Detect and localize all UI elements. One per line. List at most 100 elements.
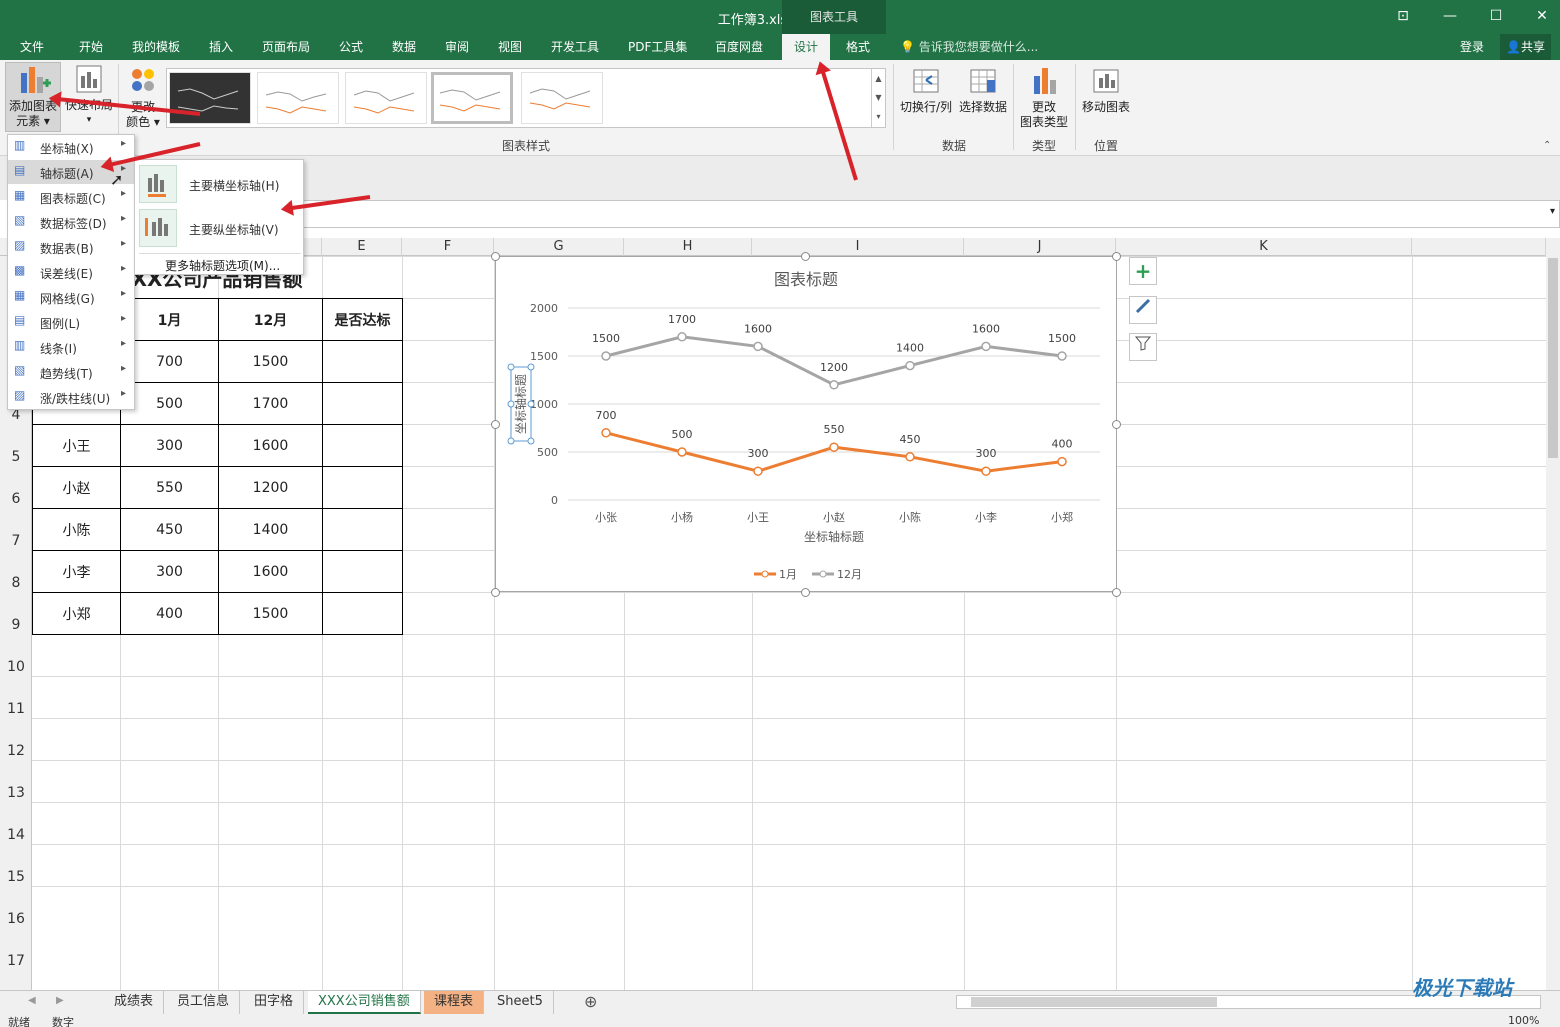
sheet-tab-3[interactable]: XXX公司销售额 (308, 991, 421, 1014)
hscroll-thumb[interactable] (971, 997, 1217, 1007)
tab-7[interactable]: 审阅 (445, 38, 469, 55)
menu-item-4[interactable]: ▨ 数据表(B) ▸ (8, 235, 134, 259)
x-axis-title[interactable]: 坐标轴标题 (804, 529, 864, 544)
chart-resize-handle[interactable] (1112, 420, 1121, 429)
chart-area[interactable]: 图表标题 0 500 1000 1500 2000 小张 小杨 小王 小赵 小陈 小李 小郑 坐标轴标题坐… (495, 256, 1117, 592)
row-header[interactable]: 11 (0, 701, 32, 717)
tab-0[interactable]: 文件 (20, 38, 44, 55)
menu-item-0[interactable]: ▥ 坐标轴(X) ▸ (8, 135, 134, 159)
row-header[interactable]: 9 (0, 617, 32, 633)
sheet-tab-0[interactable]: 成绩表 (104, 991, 165, 1014)
menu-item-8[interactable]: ▥ 线条(I) ▸ (8, 335, 134, 359)
primary-horizontal-axis-title-item[interactable]: 主要横坐标轴(H) (137, 163, 303, 205)
data-point[interactable] (981, 466, 991, 476)
menu-item-6[interactable]: ▦ 网格线(G) ▸ (8, 285, 134, 309)
table-cell-name[interactable]: 小陈 (32, 508, 121, 551)
sheet-tab-2[interactable]: 田字格 (244, 991, 305, 1014)
column-header[interactable]: H (624, 238, 752, 256)
table-cell-dec[interactable]: 1200 (218, 466, 323, 509)
tab-10[interactable]: PDF工具集 (628, 38, 687, 55)
close-icon[interactable]: ✕ (1532, 6, 1552, 26)
data-point[interactable] (981, 341, 991, 352)
chart-resize-handle[interactable] (1112, 588, 1121, 597)
column-header[interactable]: J (964, 238, 1116, 256)
select-data-button[interactable]: 选择数据 (956, 66, 1010, 115)
chart-legend[interactable]: 1月 12月 (754, 568, 862, 581)
row-header[interactable]: 13 (0, 785, 32, 801)
table-cell-dec[interactable]: 1600 (218, 424, 323, 467)
data-point[interactable] (1057, 456, 1067, 467)
row-header[interactable]: 8 (0, 575, 32, 591)
table-cell-name[interactable]: 小赵 (32, 466, 121, 509)
tab-4[interactable]: 页面布局 (262, 38, 310, 55)
menu-item-3[interactable]: ▧ 数据标签(D) ▸ (8, 210, 134, 234)
table-cell-name[interactable]: 小郑 (32, 592, 121, 635)
table-cell-status[interactable] (322, 550, 403, 593)
selection-handle[interactable] (527, 437, 535, 445)
switch-row-column-button[interactable]: 切换行/列 (898, 66, 954, 115)
table-cell-dec[interactable]: 1600 (218, 550, 323, 593)
chart-style-4-selected[interactable] (431, 72, 513, 124)
next-sheet-icon[interactable]: ▶ (56, 995, 64, 1006)
table-cell-dec[interactable]: 1500 (218, 592, 323, 635)
sheet-tab-4[interactable]: 课程表 (424, 991, 485, 1014)
tab-3[interactable]: 插入 (209, 38, 233, 55)
table-cell-status[interactable] (322, 508, 403, 551)
chart-resize-handle[interactable] (491, 588, 500, 597)
minimize-icon[interactable]: — (1440, 6, 1460, 26)
formula-bar[interactable]: ▾ (300, 200, 1560, 228)
tab-13[interactable]: 格式 (846, 38, 870, 55)
tab-2[interactable]: 我的模板 (132, 38, 180, 55)
menu-item-5[interactable]: ▩ 误差线(E) ▸ (8, 260, 134, 284)
menu-item-7[interactable]: ▤ 图例(L) ▸ (8, 310, 134, 334)
row-header[interactable]: 14 (0, 827, 32, 843)
selection-handle[interactable] (527, 400, 535, 408)
selection-handle[interactable] (527, 363, 535, 371)
tab-6[interactable]: 数据 (392, 38, 416, 55)
collapse-ribbon-icon[interactable]: ⌃ (1543, 140, 1551, 151)
table-cell-dec[interactable]: 1400 (218, 508, 323, 551)
table-cell-dec[interactable]: 1500 (218, 340, 323, 383)
chart-resize-handle[interactable] (801, 588, 810, 597)
primary-vertical-axis-title-item[interactable]: 主要纵坐标轴(V) (137, 207, 303, 249)
chart-filters-icon[interactable] (1129, 333, 1157, 361)
move-chart-button[interactable]: 移动图表 (1078, 66, 1134, 115)
row-header[interactable]: 17 (0, 953, 32, 969)
table-cell-dec[interactable]: 1700 (218, 382, 323, 425)
table-cell-status[interactable] (322, 424, 403, 467)
row-header[interactable]: 6 (0, 491, 32, 507)
chart-style-1[interactable] (169, 72, 251, 124)
table-cell-jan[interactable]: 300 (120, 424, 219, 467)
column-header[interactable]: K (1116, 238, 1412, 256)
data-point[interactable] (677, 332, 687, 342)
tab-11[interactable]: 百度网盘 (715, 38, 763, 55)
change-colors-button[interactable]: 更改 颜色 ▾ (122, 66, 164, 130)
row-header[interactable]: 15 (0, 869, 32, 885)
chart-style-3[interactable] (345, 72, 427, 124)
data-point[interactable] (829, 380, 839, 390)
row-header[interactable]: 10 (0, 659, 32, 675)
chart-resize-handle[interactable] (801, 252, 810, 261)
row-header[interactable]: 5 (0, 449, 32, 465)
row-header[interactable]: 12 (0, 743, 32, 759)
y-axis-title[interactable]: 坐标轴标题 (507, 363, 535, 445)
selection-handle[interactable] (507, 437, 515, 445)
formula-expand-icon[interactable]: ▾ (1550, 206, 1555, 217)
chart-resize-handle[interactable] (491, 420, 500, 429)
change-chart-type-button[interactable]: 更改 图表类型 (1016, 66, 1072, 130)
data-point[interactable] (753, 341, 763, 352)
chart-style-5[interactable] (521, 72, 603, 124)
tab-8[interactable]: 视图 (498, 38, 522, 55)
maximize-icon[interactable]: ☐ (1486, 6, 1506, 26)
selection-handle[interactable] (507, 400, 515, 408)
row-header[interactable]: 7 (0, 533, 32, 549)
column-header-blank[interactable] (1412, 238, 1546, 256)
table-cell-name[interactable]: 小李 (32, 550, 121, 593)
tab-12[interactable]: 设计 (782, 34, 831, 60)
gallery-scroll[interactable]: ▲ ▼ ▾ (871, 69, 885, 127)
prev-sheet-icon[interactable]: ◀ (28, 995, 36, 1006)
column-header[interactable]: E (322, 238, 402, 256)
chart-resize-handle[interactable] (1112, 252, 1121, 261)
sheet-tab-1[interactable]: 员工信息 (167, 991, 241, 1014)
menu-item-10[interactable]: ▨ 涨/跌柱线(U) ▸ (8, 385, 134, 409)
